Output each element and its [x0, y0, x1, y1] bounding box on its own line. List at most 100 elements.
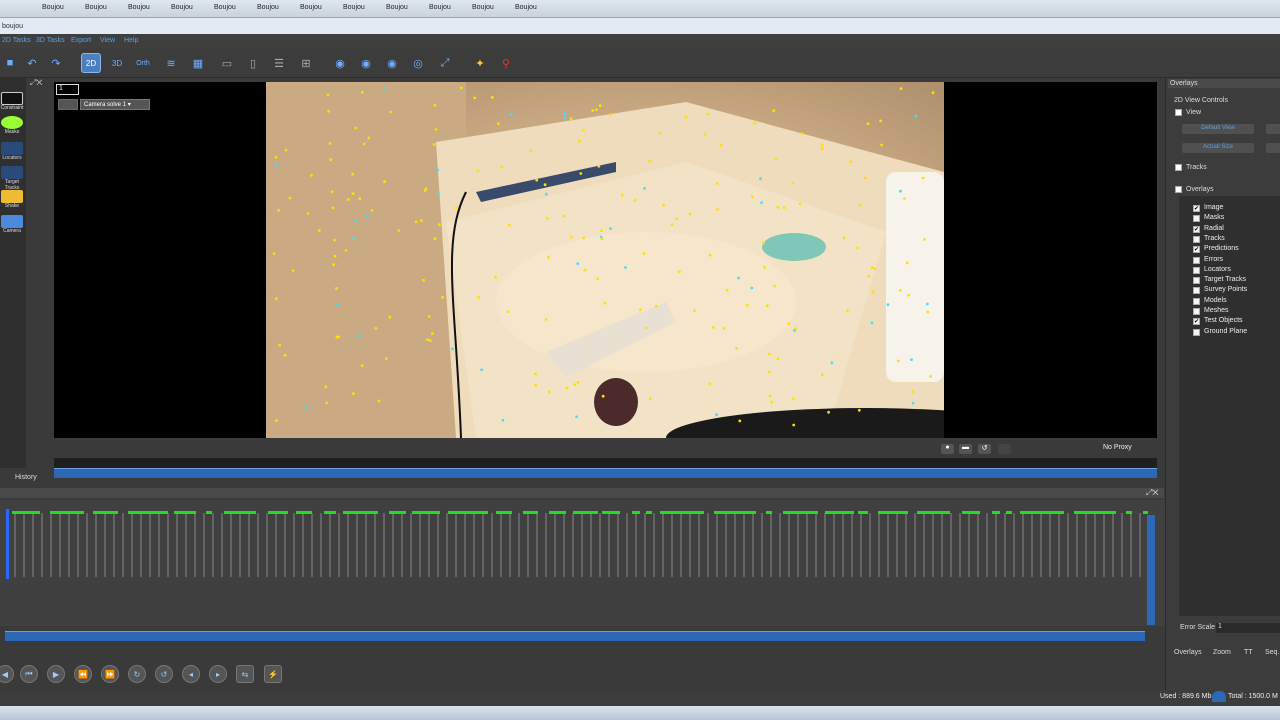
- fast-forward-button[interactable]: ⏩: [101, 665, 119, 683]
- error-scale-input[interactable]: 1: [1216, 623, 1280, 633]
- extra-button[interactable]: [1266, 124, 1280, 134]
- taskbar-item[interactable]: Boujou: [85, 4, 107, 11]
- target-tracks-tool[interactable]: Target Tracks: [0, 166, 24, 191]
- taskbar-item[interactable]: Boujou: [171, 4, 193, 11]
- actual-size-button[interactable]: Actual Size: [1182, 143, 1254, 153]
- taskbar-item[interactable]: Boujou: [515, 4, 537, 11]
- overlay-item[interactable]: ✔ Radial: [1187, 225, 1277, 235]
- globe-d-icon[interactable]: ◎: [408, 53, 428, 73]
- overlay-item[interactable]: Target Tracks: [1187, 276, 1277, 286]
- camera-select[interactable]: Camera solve 1 ▾: [80, 99, 150, 110]
- tab-tt[interactable]: TT: [1244, 649, 1253, 656]
- redo-icon[interactable]: ↷: [46, 53, 66, 73]
- extra-button[interactable]: [1266, 143, 1280, 153]
- overlay-item[interactable]: ✔ Image: [1187, 204, 1277, 214]
- tab-zoom[interactable]: Zoom: [1213, 649, 1231, 656]
- globe-b-icon[interactable]: ◉: [356, 53, 376, 73]
- overlay-checkbox[interactable]: [1193, 266, 1200, 274]
- menu-3d-tasks[interactable]: 3D Tasks: [36, 37, 65, 44]
- orth-view-icon[interactable]: Orth: [133, 53, 153, 73]
- taskbar-item[interactable]: Boujou: [429, 4, 451, 11]
- taskbar-item[interactable]: Boujou: [472, 4, 494, 11]
- menu-export[interactable]: Export: [71, 37, 91, 44]
- tab-seq[interactable]: Seq.: [1265, 649, 1279, 656]
- overlay-checkbox[interactable]: [1193, 277, 1200, 285]
- overlay-checkbox[interactable]: [1193, 328, 1200, 336]
- overlay-item[interactable]: Models: [1187, 297, 1277, 307]
- history-tab[interactable]: History: [15, 474, 37, 481]
- magic-icon[interactable]: ✦: [470, 53, 490, 73]
- taskbar-item[interactable]: Boujou: [386, 4, 408, 11]
- overlay-item[interactable]: Locators: [1187, 266, 1277, 276]
- taskbar-item[interactable]: Boujou: [257, 4, 279, 11]
- overlay-item[interactable]: ✔ Test Objects: [1187, 317, 1277, 327]
- masks-tool[interactable]: Masks: [0, 116, 24, 136]
- taskbar-item[interactable]: Boujou: [300, 4, 322, 11]
- locators-tool[interactable]: Locators: [0, 142, 24, 162]
- play-reverse-button[interactable]: ◀: [0, 665, 14, 683]
- overlay-item[interactable]: Survey Points: [1187, 286, 1277, 296]
- zoom-icon[interactable]: ⚲: [496, 53, 516, 73]
- taskbar-item[interactable]: Boujou: [214, 4, 236, 11]
- overlay-item[interactable]: Masks: [1187, 214, 1277, 224]
- menu-help[interactable]: Help: [124, 37, 138, 44]
- layout-c-icon[interactable]: ☰: [269, 53, 289, 73]
- 2d-view-icon[interactable]: 2D: [81, 53, 101, 73]
- overlay-item[interactable]: Tracks: [1187, 235, 1277, 245]
- layout-a-icon[interactable]: ▭: [217, 53, 237, 73]
- graph-icon[interactable]: ≋: [161, 53, 181, 73]
- menu-view[interactable]: View: [100, 37, 115, 44]
- frame-number[interactable]: 1: [56, 84, 79, 95]
- play-button[interactable]: ▶: [47, 665, 65, 683]
- default-view-button[interactable]: Default View: [1182, 124, 1254, 134]
- save-icon[interactable]: ■: [0, 53, 20, 73]
- taskbar-item[interactable]: Boujou: [343, 4, 365, 11]
- overlay-checkbox[interactable]: ✔: [1193, 225, 1200, 233]
- loop-toggle-button[interactable]: ⇆: [236, 665, 254, 683]
- options-button[interactable]: [998, 444, 1011, 454]
- camera-tool[interactable]: Camera: [0, 215, 24, 235]
- loop-back-button[interactable]: ↻: [128, 665, 146, 683]
- prev-key-button[interactable]: ◂: [182, 665, 200, 683]
- overlay-item[interactable]: Meshes: [1187, 307, 1277, 317]
- shake-tool[interactable]: Shake: [0, 190, 24, 210]
- graph-timeline[interactable]: [5, 631, 1145, 641]
- overlay-checkbox[interactable]: [1193, 287, 1200, 295]
- record-button[interactable]: ●: [941, 444, 954, 454]
- grid-icon[interactable]: ▦: [188, 53, 208, 73]
- undo-icon[interactable]: ↶: [22, 53, 42, 73]
- close-icon[interactable]: ⤢✕: [30, 78, 44, 87]
- taskbar-item[interactable]: Boujou: [128, 4, 150, 11]
- step-back-button[interactable]: ⏮: [20, 665, 38, 683]
- overlay-checkbox[interactable]: [1193, 235, 1200, 243]
- overlays-toggle[interactable]: [1175, 186, 1182, 193]
- proxy-status[interactable]: No Proxy: [1103, 444, 1132, 451]
- overlay-item[interactable]: Errors: [1187, 256, 1277, 266]
- next-key-button[interactable]: ▸: [209, 665, 227, 683]
- taskbar-item[interactable]: Boujou: [42, 4, 64, 11]
- layout-b-icon[interactable]: ▯: [243, 53, 263, 73]
- overlay-checkbox[interactable]: ✔: [1193, 205, 1200, 212]
- constraint-tool[interactable]: Constraint: [0, 92, 24, 112]
- globe-a-icon[interactable]: ◉: [330, 53, 350, 73]
- track-graph[interactable]: [5, 509, 1178, 579]
- overlay-checkbox[interactable]: [1193, 256, 1200, 264]
- overlay-checkbox[interactable]: ✔: [1193, 318, 1200, 326]
- camera-chip[interactable]: [58, 99, 78, 110]
- menu-2d-tasks[interactable]: 2D Tasks: [2, 37, 31, 44]
- current-frame-cursor[interactable]: [6, 509, 9, 579]
- view-toggle[interactable]: [1175, 109, 1182, 116]
- reset-button[interactable]: ↺: [978, 444, 991, 454]
- loop-forward-button[interactable]: ↺: [155, 665, 173, 683]
- overlay-checkbox[interactable]: [1193, 297, 1200, 305]
- rewind-button[interactable]: ⏪: [74, 665, 92, 683]
- run-task-button[interactable]: ⚡: [264, 665, 282, 683]
- layout-d-icon[interactable]: ⊞: [296, 53, 316, 73]
- vertical-scrollbar[interactable]: [1147, 515, 1155, 625]
- globe-c-icon[interactable]: ◉: [382, 53, 402, 73]
- tracks-toggle[interactable]: [1175, 164, 1182, 171]
- overlay-item[interactable]: ✔ Predictions: [1187, 245, 1277, 255]
- close-icon[interactable]: ⤢✕: [1146, 488, 1159, 498]
- overlay-checkbox[interactable]: [1193, 215, 1200, 223]
- overlay-checkbox[interactable]: [1193, 308, 1200, 315]
